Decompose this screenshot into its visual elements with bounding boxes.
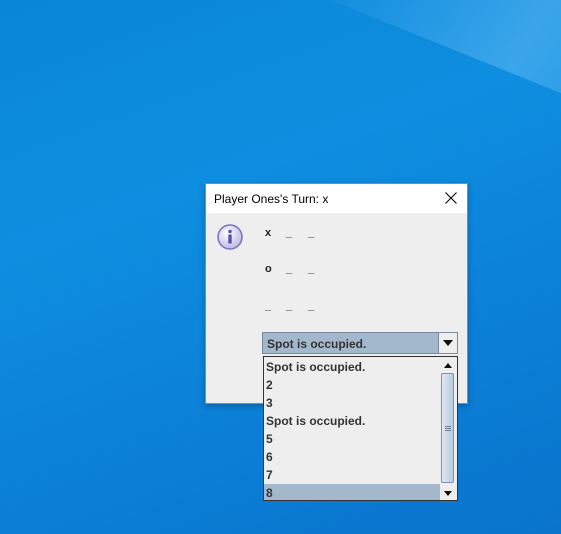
scrollbar-thumb[interactable]	[441, 373, 454, 483]
dropdown-option[interactable]: 5	[264, 430, 440, 448]
dropdown-scrollbar[interactable]	[440, 357, 456, 500]
title-bar[interactable]: Player Ones's Turn: x	[206, 184, 467, 213]
dropdown-option[interactable]: 7	[264, 466, 440, 484]
desktop-light-beam	[322, 0, 561, 155]
combo-selected-value: Spot is occupied.	[267, 337, 367, 351]
spot-select-combobox[interactable]: Spot is occupied.	[262, 332, 458, 354]
dropdown-option[interactable]: Spot is occupied.	[264, 358, 440, 376]
combo-dropdown-button[interactable]	[438, 333, 457, 353]
board-row-3: _ _ _	[263, 300, 333, 314]
dropdown-option[interactable]: 2	[264, 376, 440, 394]
dropdown-option[interactable]: 3	[264, 394, 440, 412]
info-icon	[217, 224, 243, 250]
dropdown-popup: Spot is occupied. 2 3 Spot is occupied. …	[263, 356, 458, 501]
scroll-up-button[interactable]	[441, 358, 455, 372]
board-cell: o	[265, 263, 272, 275]
board-cell: _	[286, 227, 293, 239]
board-cell: x	[265, 227, 272, 239]
grip-line	[445, 428, 451, 429]
board-cell: _	[308, 263, 315, 275]
dropdown-option-selected[interactable]: 8	[264, 484, 440, 500]
board-cell: _	[286, 263, 293, 275]
grip-line	[445, 426, 451, 427]
arrow-down-icon	[444, 491, 452, 496]
arrow-up-icon	[444, 363, 452, 368]
board-cell: _	[286, 300, 293, 312]
grip-line	[445, 430, 451, 431]
close-icon	[445, 192, 457, 204]
chevron-down-icon	[443, 340, 453, 346]
board-cell: _	[308, 227, 315, 239]
dropdown-option[interactable]: Spot is occupied.	[264, 412, 440, 430]
scroll-down-button[interactable]	[441, 485, 455, 499]
board-cell: _	[265, 300, 272, 312]
close-button[interactable]	[435, 184, 467, 213]
dropdown-list: Spot is occupied. 2 3 Spot is occupied. …	[264, 357, 440, 500]
dropdown-option[interactable]: 6	[264, 448, 440, 466]
board-row-1: x _ _	[263, 227, 333, 241]
board-row-2: o _ _	[263, 263, 333, 277]
board-cell: _	[308, 300, 315, 312]
window-title: Player Ones's Turn: x	[214, 192, 329, 206]
